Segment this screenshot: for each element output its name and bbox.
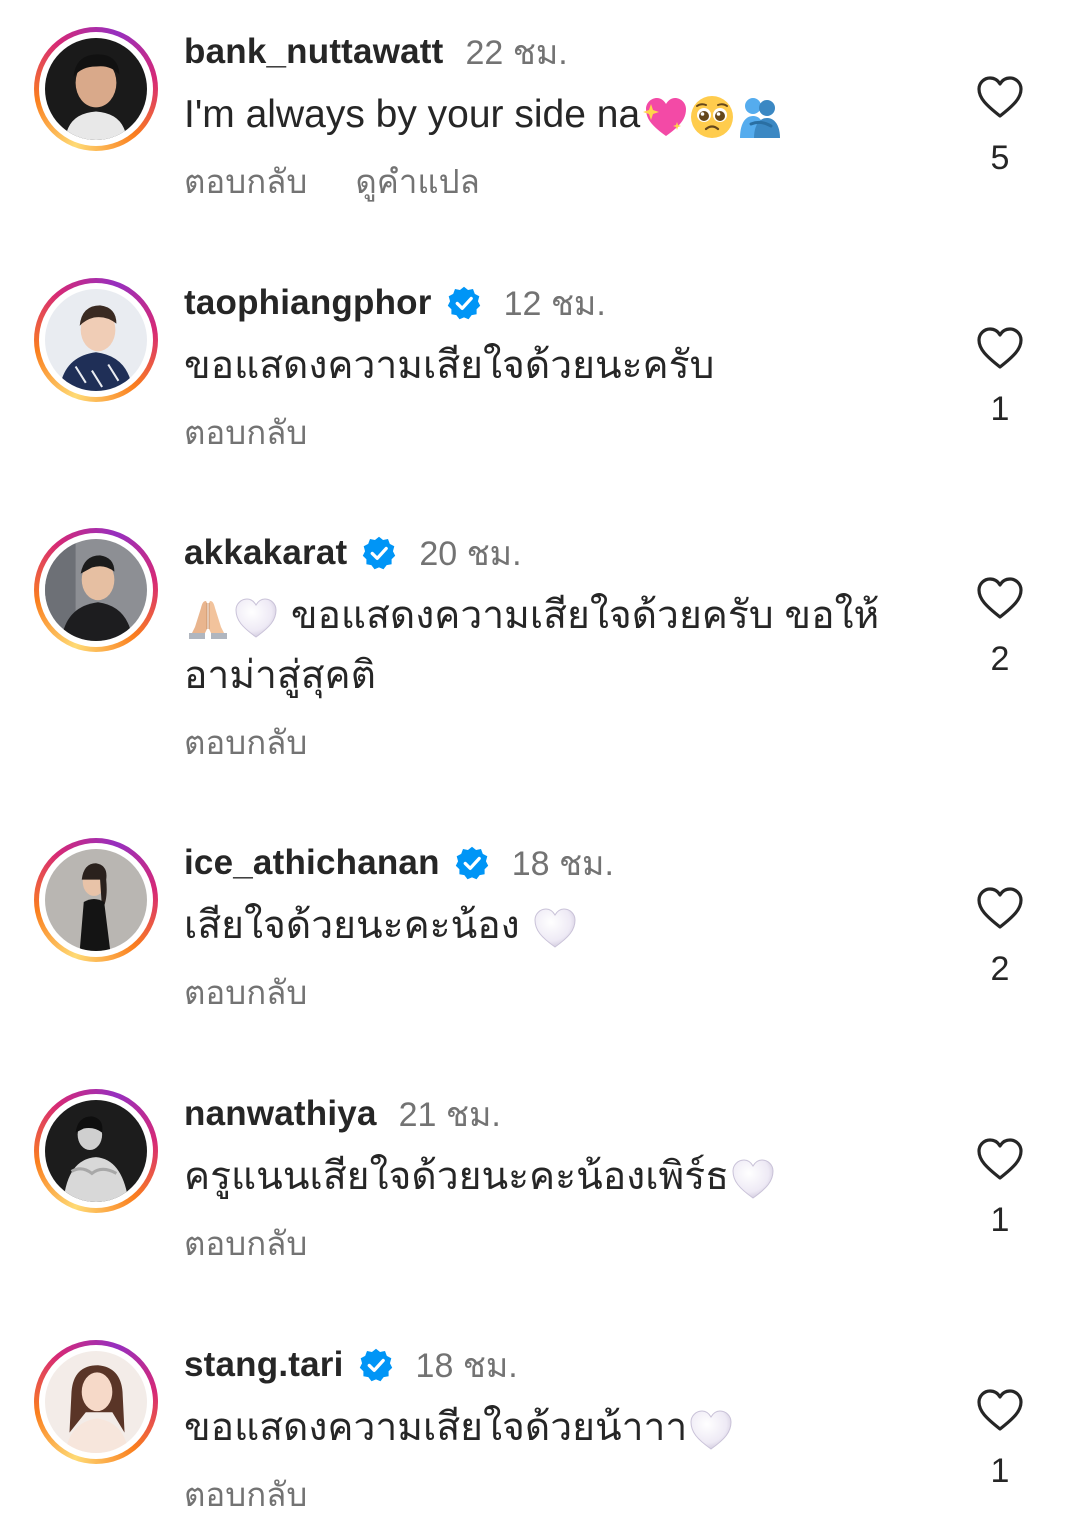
- reply-button[interactable]: ตอบกลับ: [184, 1217, 307, 1270]
- avatar-photo: [45, 539, 147, 641]
- comment-text: เสียใจด้วยนะคะน้อง: [184, 896, 944, 956]
- like-count: 2: [990, 950, 1010, 988]
- like-section: 1: [972, 1137, 1028, 1240]
- avatar-photo: [45, 289, 147, 391]
- avatar[interactable]: [34, 528, 158, 652]
- like-section: 2: [972, 886, 1028, 989]
- comment-username[interactable]: stang.tari: [184, 1345, 344, 1385]
- comment-time: 18 ชม.: [415, 1347, 518, 1385]
- avatar-photo: [45, 1100, 147, 1202]
- verified-badge-icon: [361, 535, 397, 571]
- comment-username[interactable]: nanwathiya: [184, 1094, 377, 1134]
- reply-button[interactable]: ตอบกลับ: [184, 155, 307, 208]
- reply-button[interactable]: ตอบกลับ: [184, 716, 307, 769]
- heart-icon[interactable]: [976, 1137, 1024, 1181]
- comment-username[interactable]: akkakarat: [184, 533, 347, 573]
- white-heart-emoji: [730, 1156, 776, 1202]
- heart-icon[interactable]: [976, 326, 1024, 370]
- avatar-photo: [45, 849, 147, 951]
- comment-username[interactable]: ice_athichanan: [184, 843, 440, 883]
- like-section: 2: [972, 576, 1028, 679]
- comment-time: 20 ชม.: [419, 535, 522, 573]
- avatar[interactable]: [34, 1340, 158, 1464]
- comment-text: ขอแสดงความเสียใจด้วยนะครับ: [184, 344, 715, 387]
- heart-icon[interactable]: [976, 886, 1024, 930]
- people-hugging-emoji: [737, 94, 783, 140]
- comment-time: 21 ชม.: [398, 1096, 501, 1134]
- reply-button[interactable]: ตอบกลับ: [184, 406, 307, 459]
- avatar-photo: [45, 1351, 147, 1453]
- like-section: 1: [972, 326, 1028, 429]
- reply-button[interactable]: ตอบกลับ: [184, 966, 307, 1019]
- like-section: 5: [972, 75, 1028, 178]
- avatar[interactable]: [34, 278, 158, 402]
- comment-time: 12 ชม.: [503, 285, 606, 323]
- comment-username[interactable]: bank_nuttawatt: [184, 32, 444, 72]
- sparkling-heart-emoji: [641, 94, 687, 140]
- verified-badge-icon: [358, 1347, 394, 1383]
- verified-badge-icon: [454, 845, 490, 881]
- avatar-photo: [45, 38, 147, 140]
- like-count: 1: [990, 1452, 1010, 1490]
- white-heart-emoji: [532, 905, 578, 951]
- heart-icon[interactable]: [976, 1388, 1024, 1432]
- verified-badge-icon: [446, 285, 482, 321]
- comment-text: I'm always by your side na: [184, 85, 944, 145]
- comment-text: ขอแสดงความเสียใจด้วยน้าาา: [184, 1398, 944, 1458]
- white-heart-emoji: [688, 1407, 734, 1453]
- comment-username[interactable]: taophiangphor: [184, 283, 432, 323]
- white-heart-emoji: [233, 595, 279, 641]
- reply-button[interactable]: ตอบกลับ: [184, 1468, 307, 1521]
- like-count: 2: [990, 640, 1010, 678]
- avatar[interactable]: [34, 838, 158, 962]
- like-count: 5: [990, 139, 1010, 177]
- comment-time: 22 ชม.: [465, 34, 568, 72]
- pleading-face-emoji: [689, 94, 735, 140]
- like-section: 1: [972, 1388, 1028, 1491]
- see-translation-button[interactable]: ดูคำแปล: [355, 155, 479, 208]
- like-count: 1: [990, 1201, 1010, 1239]
- comment-time: 18 ชม.: [511, 845, 614, 883]
- heart-icon[interactable]: [976, 576, 1024, 620]
- comment-text: ครูแนนเสียใจด้วยนะคะน้องเพิร์ธ: [184, 1147, 944, 1207]
- like-count: 1: [990, 390, 1010, 428]
- avatar[interactable]: [34, 1089, 158, 1213]
- avatar[interactable]: [34, 27, 158, 151]
- comment-text: ขอแสดงความเสียใจด้วยครับ ขอให้ อาม่าสู่สุ…: [184, 594, 880, 697]
- heart-icon[interactable]: [976, 75, 1024, 119]
- folded-hands-emoji: [185, 595, 231, 641]
